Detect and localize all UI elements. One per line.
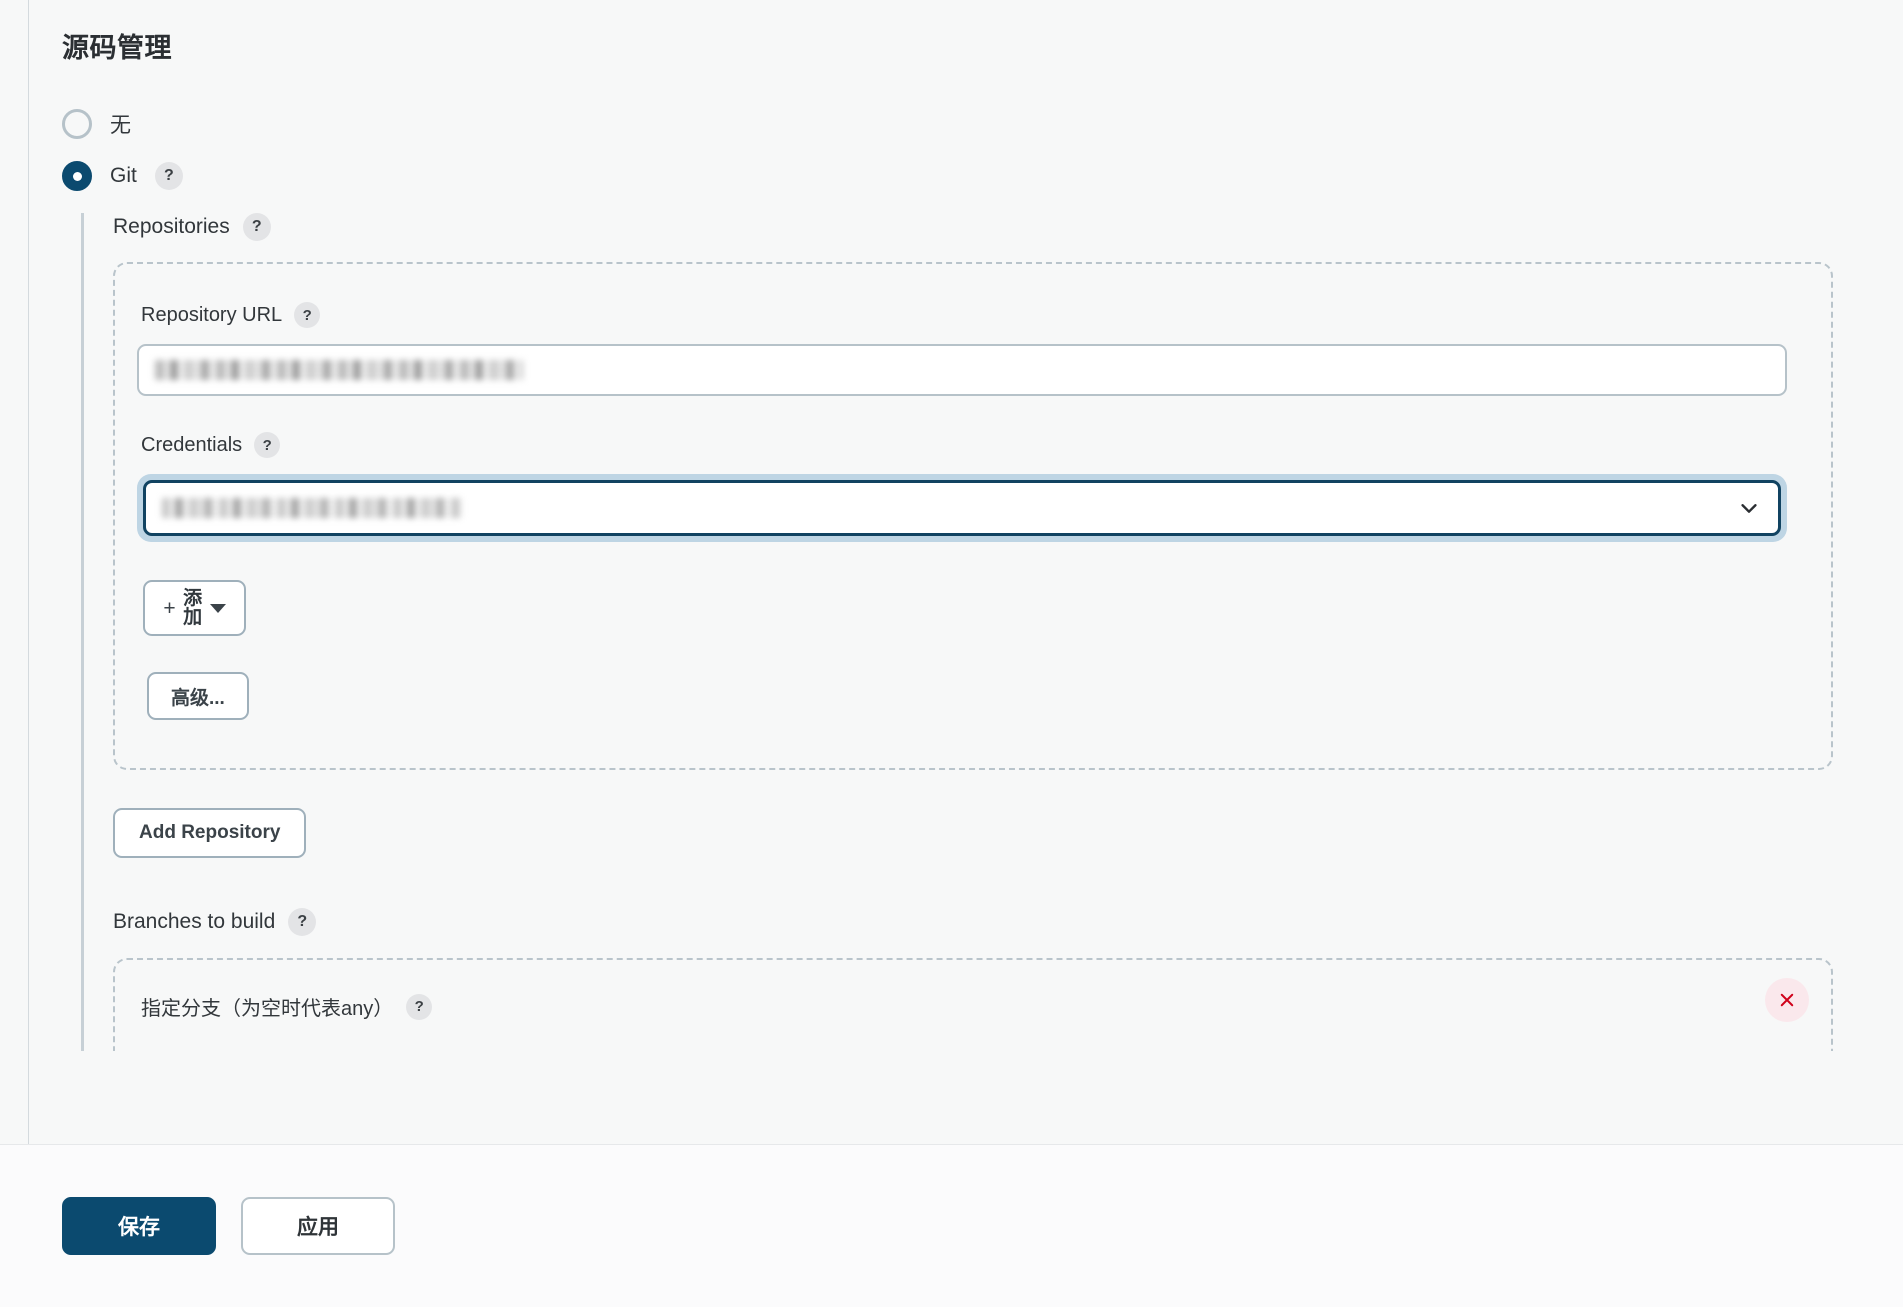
branches-to-build-label: Branches to build <box>113 910 276 933</box>
caret-down-icon <box>209 603 226 613</box>
add-repository-button[interactable]: Add Repository <box>113 808 307 858</box>
scm-option-none-label: 无 <box>110 114 131 137</box>
repository-url-label-row: Repository URL ? <box>137 302 1787 328</box>
delete-branch-button[interactable] <box>1765 978 1809 1022</box>
apply-button[interactable]: 应用 <box>241 1197 395 1255</box>
credentials-select-focus-ring <box>137 474 1787 542</box>
branch-specifier-label: 指定分支（为空时代表any） <box>141 998 394 1020</box>
scm-option-git[interactable]: Git ? <box>62 161 1903 191</box>
credentials-label: Credentials <box>141 433 243 456</box>
help-icon-branches[interactable]: ? <box>288 908 317 936</box>
scm-option-git-label: Git <box>110 164 137 187</box>
repository-url-input[interactable] <box>137 344 1787 396</box>
credentials-select[interactable] <box>143 480 1781 536</box>
repository-entry-box: Repository URL ? Credentials ? + 添加 高级..… <box>113 262 1833 770</box>
help-icon-credentials[interactable]: ? <box>254 432 281 458</box>
radio-git[interactable] <box>62 161 92 191</box>
add-credentials-button[interactable]: + 添加 <box>143 580 246 636</box>
git-config-block: Repositories ? Repository URL ? Credenti… <box>81 213 1903 1051</box>
help-icon-git[interactable]: ? <box>154 162 183 190</box>
save-button[interactable]: 保存 <box>62 1197 216 1255</box>
branch-entry-box: 指定分支（为空时代表any） ? <box>113 958 1833 1051</box>
radio-none[interactable] <box>62 109 92 139</box>
scm-option-none[interactable]: 无 <box>62 109 1903 139</box>
branch-specifier-label-row: 指定分支（为空时代表any） ? <box>141 992 1787 1021</box>
help-icon-repository-url[interactable]: ? <box>294 302 321 328</box>
scm-content: 源码管理 无 Git ? Repositories ? Repository U… <box>0 0 1903 1051</box>
page-title: 源码管理 <box>62 33 172 63</box>
scm-scroll-area[interactable]: 源码管理 无 Git ? Repositories ? Repository U… <box>0 0 1903 1144</box>
chevron-down-icon <box>1741 504 1757 513</box>
form-footer: 保存 应用 <box>0 1144 1903 1307</box>
help-icon-repositories[interactable]: ? <box>242 213 271 241</box>
credentials-redacted-value <box>162 498 462 518</box>
close-icon <box>1780 993 1794 1007</box>
plus-icon: + <box>163 596 176 620</box>
help-icon-branch-specifier[interactable]: ? <box>406 993 433 1020</box>
branches-to-build-label-row: Branches to build ? <box>113 908 1903 936</box>
repository-url-label: Repository URL <box>141 303 283 326</box>
advanced-button[interactable]: 高级... <box>147 672 249 720</box>
credentials-label-row: Credentials ? <box>137 432 1787 458</box>
repository-url-redacted-value <box>155 360 523 380</box>
repositories-label: Repositories <box>113 215 230 238</box>
page-left-rule <box>28 0 29 1307</box>
add-credentials-button-label: 添加 <box>183 587 203 628</box>
repositories-label-row: Repositories ? <box>113 213 1903 241</box>
